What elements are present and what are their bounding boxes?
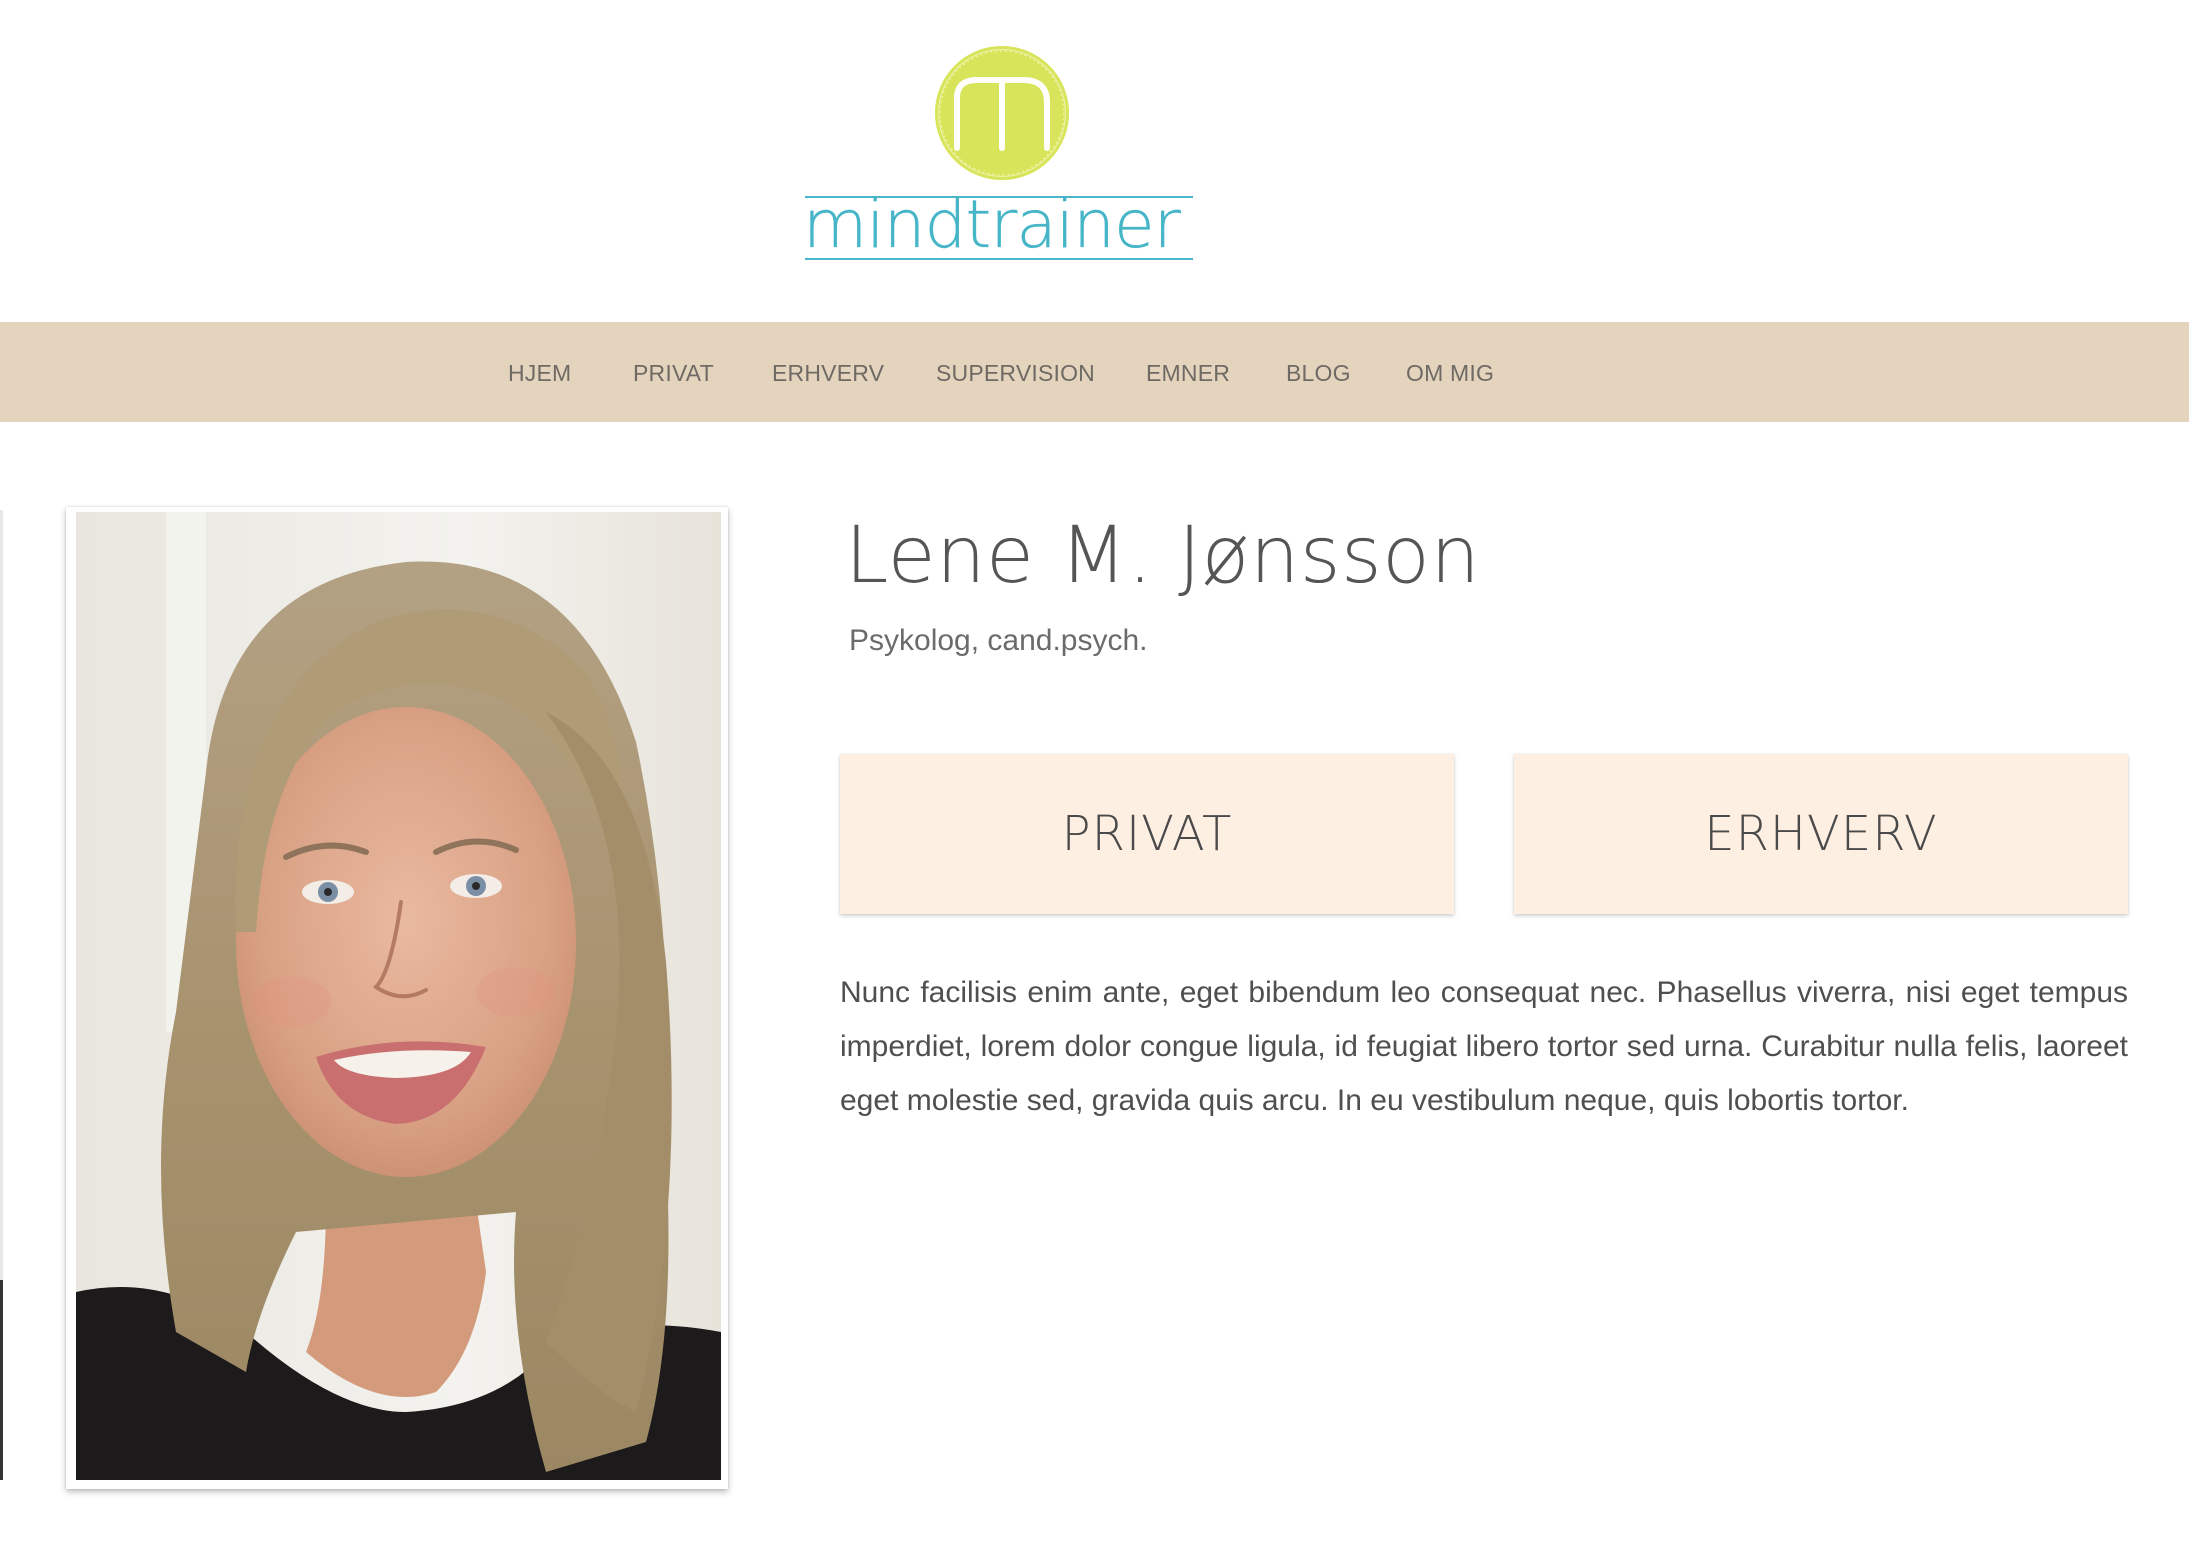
profile-title: Psykolog, cand.psych. xyxy=(849,624,1148,657)
portrait-illustration xyxy=(76,512,721,1480)
nav-item-supervision[interactable]: SUPERVISION xyxy=(936,360,1095,387)
privat-card-button[interactable]: PRIVAT xyxy=(840,754,1454,914)
logo-m-glyph xyxy=(939,50,1065,176)
nav-item-emner[interactable]: EMNER xyxy=(1146,360,1230,387)
nav-item-privat[interactable]: PRIVAT xyxy=(633,360,714,387)
page: mindtrainer HJEM PRIVAT ERHVERV SUPERVIS… xyxy=(0,0,2189,1544)
erhverv-card-button[interactable]: ERHVERV xyxy=(1514,754,2128,914)
portrait-photo xyxy=(76,512,721,1480)
logo-rule-bottom xyxy=(805,258,1193,260)
main-nav: HJEM PRIVAT ERHVERV SUPERVISION EMNER BL… xyxy=(0,322,2189,422)
nav-list: HJEM PRIVAT ERHVERV SUPERVISION EMNER BL… xyxy=(0,322,2189,422)
logo-wordmark: mindtrainer xyxy=(795,190,1195,270)
privat-card-label: PRIVAT xyxy=(1061,806,1233,862)
profile-name: Lene M. Jønsson xyxy=(845,511,1481,601)
left-edge-strip-dark xyxy=(0,1280,3,1480)
nav-item-erhverv[interactable]: ERHVERV xyxy=(772,360,884,387)
site-logo[interactable]: mindtrainer xyxy=(795,40,1215,280)
logo-wordmark-text: mindtrainer xyxy=(803,186,1181,263)
erhverv-card-label: ERHVERV xyxy=(1704,806,1938,862)
portrait-frame xyxy=(66,507,728,1489)
nav-item-blog[interactable]: BLOG xyxy=(1286,360,1351,387)
logo-badge xyxy=(935,46,1069,180)
intro-paragraph: Nunc facilisis enim ante, eget bibendum … xyxy=(840,976,2128,1117)
nav-item-hjem[interactable]: HJEM xyxy=(508,360,571,387)
nav-item-om-mig[interactable]: OM MIG xyxy=(1406,360,1494,387)
